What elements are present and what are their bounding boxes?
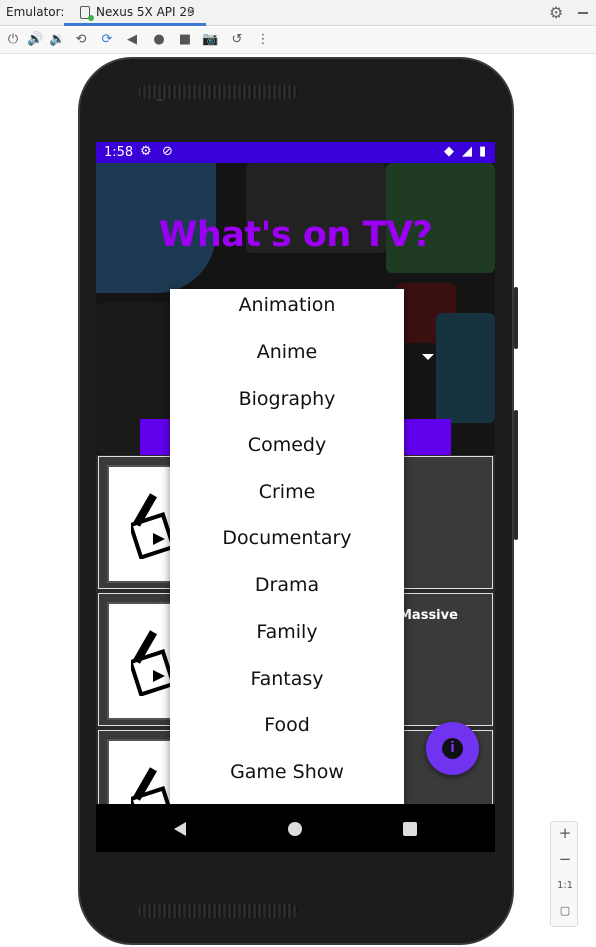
bottom-speaker — [138, 904, 298, 918]
clapperboard-icon — [131, 630, 173, 696]
screenshot-icon[interactable]: 📷 — [202, 32, 218, 48]
overview-icon[interactable]: ■ — [177, 32, 193, 48]
zoom-actual-size-button[interactable]: 1:1 — [551, 880, 579, 891]
power-icon[interactable]: ⏻ — [5, 32, 21, 48]
genre-option[interactable]: Biography — [170, 379, 404, 419]
device-tab[interactable]: Nexus 5X API 29 × — [64, 0, 206, 26]
genre-option[interactable]: Fantasy — [170, 659, 404, 699]
rotate-right-icon[interactable]: ⟳ — [99, 32, 115, 48]
dropdown-arrow-icon[interactable] — [422, 354, 434, 360]
home-icon[interactable]: ● — [151, 32, 167, 48]
zoom-out-button[interactable]: − — [551, 850, 579, 868]
volume-side-button[interactable] — [514, 410, 518, 540]
zoom-fit-icon[interactable]: ▢ — [551, 904, 579, 917]
sync-status-icon: ⊘ — [162, 144, 173, 159]
info-icon: i — [442, 738, 463, 759]
signal-icon: ◢ — [462, 144, 472, 159]
zoom-in-button[interactable]: + — [551, 824, 579, 842]
close-tab-icon[interactable]: × — [186, 4, 196, 18]
genre-option[interactable]: Animation — [170, 289, 404, 325]
emulator-label: Emulator: — [6, 5, 65, 19]
more-icon[interactable]: ⋮ — [255, 32, 271, 48]
back-icon[interactable]: ◀ — [124, 32, 140, 48]
device-icon — [80, 6, 94, 21]
rotate-left-icon[interactable]: ⟲ — [73, 32, 89, 48]
status-time: 1:58 — [104, 145, 134, 160]
genre-option[interactable]: Crime — [170, 472, 404, 512]
zoom-controls: + − 1:1 ▢ — [550, 821, 578, 927]
status-bar: 1:58 ⚙ ⊘ ◆ ◢ ▮ — [96, 142, 495, 163]
wifi-icon: ◆ — [444, 144, 454, 159]
genre-option[interactable]: Drama — [170, 565, 404, 605]
device-tab-label: Nexus 5X API 29 — [96, 5, 195, 19]
genre-option[interactable]: Family — [170, 612, 404, 652]
genre-option[interactable]: Comedy — [170, 425, 404, 465]
settings-gear-icon[interactable]: ⚙ — [549, 3, 563, 22]
volume-up-icon[interactable]: 🔊 — [27, 32, 43, 48]
genre-dropdown-list[interactable]: Animation Anime Biography Comedy Crime D… — [170, 289, 404, 804]
show-title-partial: Massive — [399, 608, 458, 623]
emulator-toolbar: ⏻ 🔊 🔉 ⟲ ⟳ ◀ ● ■ 📷 ↺ ⋮ — [0, 27, 596, 54]
app-title: What's on TV? — [158, 215, 433, 255]
emulator-tabbar: Emulator: Nexus 5X API 29 × ⚙ — [0, 0, 596, 26]
settings-status-icon: ⚙ — [140, 144, 152, 159]
genre-option[interactable]: Anime — [170, 332, 404, 372]
nav-home-icon[interactable] — [288, 822, 302, 836]
nav-recents-icon[interactable] — [403, 822, 417, 836]
info-fab[interactable]: i — [426, 722, 479, 775]
power-side-button[interactable] — [514, 287, 518, 349]
genre-option[interactable]: Documentary — [170, 518, 404, 558]
genre-option[interactable]: Food — [170, 705, 404, 745]
android-navbar — [96, 804, 495, 852]
snapshot-icon[interactable]: ↺ — [229, 32, 245, 48]
prime-video-logo — [436, 313, 495, 423]
top-speaker — [138, 85, 298, 99]
volume-down-icon[interactable]: 🔉 — [49, 32, 65, 48]
genre-option[interactable]: Game Show — [170, 752, 404, 792]
minimize-icon[interactable] — [578, 12, 588, 14]
nav-back-icon[interactable] — [174, 822, 186, 836]
clapperboard-icon — [131, 493, 173, 559]
battery-icon: ▮ — [479, 144, 487, 159]
